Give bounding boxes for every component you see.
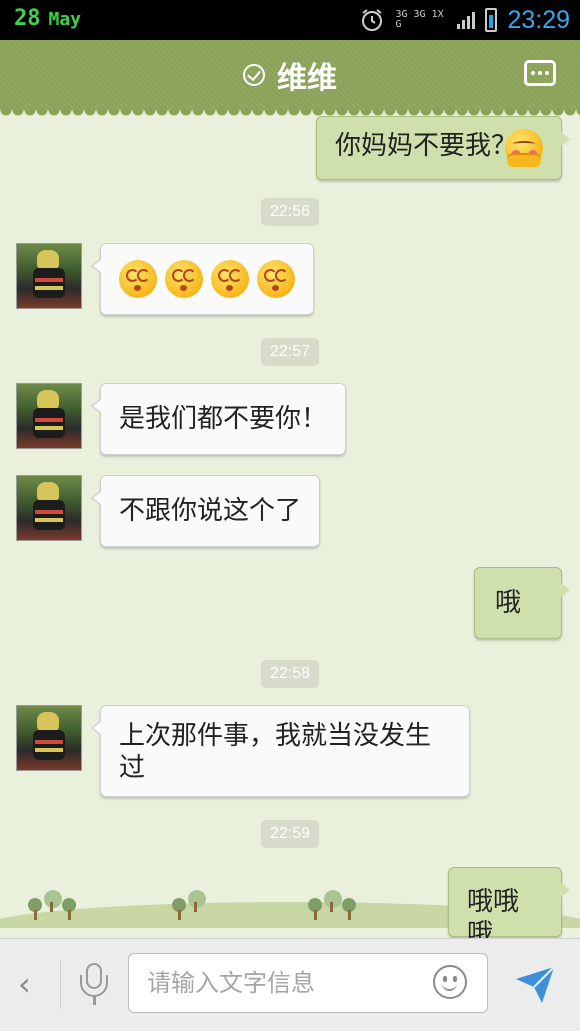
message-text: 是我们都不要你！ bbox=[119, 404, 328, 434]
alarm-icon bbox=[362, 9, 383, 31]
more-menu-dot bbox=[538, 71, 542, 75]
chat-list[interactable]: 你妈妈不要我？ 22:56 22:57 是我们都不要你！ 不跟你说这个了 哦 2… bbox=[0, 110, 580, 938]
shy-emoji bbox=[505, 129, 543, 167]
battery-icon bbox=[485, 8, 498, 32]
avatar[interactable] bbox=[16, 383, 82, 449]
check-circle-icon bbox=[243, 64, 265, 86]
tree-decoration bbox=[342, 898, 356, 920]
timestamp: 22:59 bbox=[260, 820, 320, 848]
message-text: 上次那件事，我就当没发生过 bbox=[119, 721, 432, 783]
status-date: 28 May bbox=[14, 6, 81, 31]
message-bubble-outgoing[interactable]: 你妈妈不要我？ bbox=[316, 116, 570, 180]
voice-input-button[interactable] bbox=[80, 963, 108, 1007]
timestamp: 22:57 bbox=[260, 338, 320, 366]
status-clock: 23:29 bbox=[507, 5, 570, 34]
divider bbox=[60, 961, 61, 1009]
chat-header: 维维 bbox=[0, 40, 580, 116]
input-bar: ‹ bbox=[0, 938, 580, 1031]
contact-name: 维维 bbox=[277, 61, 337, 96]
message-bubble-incoming[interactable]: 是我们都不要你！ bbox=[91, 383, 346, 455]
avatar[interactable] bbox=[16, 243, 82, 309]
dizzy-emoji bbox=[257, 260, 295, 298]
tree-decoration bbox=[62, 898, 76, 920]
more-menu-dot bbox=[545, 71, 549, 75]
message-bubble-outgoing[interactable]: 哦 bbox=[474, 567, 570, 639]
timestamp: 22:56 bbox=[260, 198, 320, 226]
message-text: 不跟你说这个了 bbox=[119, 496, 302, 526]
tree-decoration bbox=[188, 890, 206, 912]
dizzy-emoji bbox=[119, 260, 157, 298]
microphone-arc bbox=[80, 975, 108, 997]
status-icons: 3G 3G 1X G 23:29 bbox=[359, 4, 570, 36]
smiley-icon[interactable] bbox=[433, 965, 467, 999]
message-bubble-outgoing[interactable]: 哦哦哦 bbox=[448, 867, 570, 938]
avatar[interactable] bbox=[16, 705, 82, 771]
microphone-stem bbox=[92, 996, 96, 1005]
message-text: 你妈妈不要我？ bbox=[335, 131, 518, 161]
dizzy-emoji bbox=[165, 260, 203, 298]
message-bubble-incoming[interactable]: 不跟你说这个了 bbox=[91, 475, 320, 547]
status-day: 28 bbox=[14, 6, 41, 31]
more-menu-icon bbox=[531, 71, 535, 75]
more-menu-button[interactable] bbox=[524, 60, 556, 86]
tree-decoration bbox=[28, 898, 42, 920]
tree-decoration bbox=[324, 890, 342, 912]
dizzy-emoji bbox=[211, 260, 249, 298]
timestamp: 22:58 bbox=[260, 660, 320, 688]
send-icon[interactable] bbox=[512, 961, 558, 1007]
signal-icon bbox=[457, 11, 476, 29]
message-text: 哦哦哦 bbox=[467, 887, 520, 938]
network-icon: 3G 3G 1X G bbox=[395, 9, 444, 30]
message-bubble-incoming[interactable]: 上次那件事，我就当没发生过 bbox=[91, 705, 470, 797]
status-bar: 28 May 3G 3G 1X G 23:29 bbox=[0, 0, 580, 40]
status-month: May bbox=[48, 9, 82, 30]
avatar[interactable] bbox=[16, 475, 82, 541]
tree-decoration bbox=[308, 898, 322, 920]
message-text: 哦 bbox=[495, 588, 522, 618]
contact-title: 维维 bbox=[0, 40, 580, 110]
message-bubble-incoming[interactable] bbox=[91, 243, 314, 315]
chevron-left-icon[interactable]: ‹ bbox=[18, 965, 31, 1003]
tree-decoration bbox=[44, 890, 62, 912]
tree-decoration bbox=[172, 898, 186, 920]
